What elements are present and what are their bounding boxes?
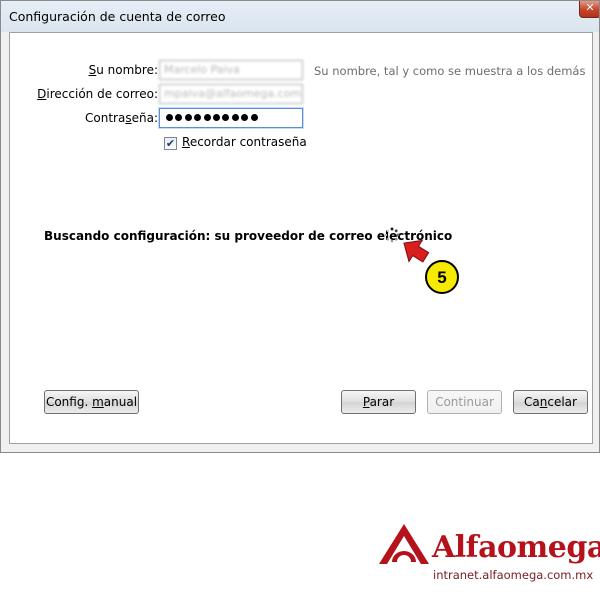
stop-label-rest: arar — [369, 395, 395, 409]
name-field[interactable]: Marcelo Paiva — [159, 60, 303, 80]
password-dot — [203, 114, 211, 121]
password-dot — [241, 114, 249, 121]
email-field[interactable]: mpaiva@alfaomega.com.mx — [159, 84, 303, 104]
title-bar: Configuración de cuenta de correo ✕ — [1, 1, 599, 32]
cancel-label-rest: celar — [547, 395, 577, 409]
checkmark-icon: ✔ — [165, 137, 176, 150]
account-setup-dialog: Configuración de cuenta de correo ✕ Su n… — [0, 0, 600, 453]
step-callout: 5 — [403, 239, 459, 294]
red-arrow-icon — [403, 239, 430, 263]
stop-button[interactable]: Parar — [341, 390, 416, 414]
password-label: Contraseña: — [85, 111, 158, 125]
cancel-label-pre: Ca — [524, 395, 540, 409]
manual-config-label-pre: Config. — [45, 395, 93, 409]
remember-checkbox[interactable]: ✔ — [164, 137, 177, 150]
brand-url[interactable]: intranet.alfaomega.com.mx — [433, 568, 593, 582]
alfaomega-logo-icon — [379, 524, 429, 564]
close-button[interactable]: ✕ — [579, 1, 599, 18]
name-label-rest: u nombre: — [96, 63, 158, 77]
email-label-rest: irección de correo: — [46, 87, 158, 101]
password-dot — [175, 114, 183, 121]
remember-label[interactable]: Recordar contraseña — [182, 135, 307, 149]
password-dot — [194, 114, 202, 121]
manual-config-button[interactable]: Config. manual — [44, 390, 139, 414]
remember-label-rest: ecordar contraseña — [189, 135, 307, 149]
password-dot — [184, 114, 192, 121]
close-icon: ✕ — [585, 1, 595, 14]
window-title: Configuración de cuenta de correo — [9, 9, 226, 24]
step-number-badge: 5 — [425, 260, 459, 294]
step-number: 5 — [437, 268, 446, 287]
name-label: Su nombre: — [88, 63, 158, 77]
password-dot — [166, 114, 173, 121]
password-dot — [222, 114, 230, 121]
brand-name: Alfaomega — [432, 530, 600, 565]
password-dot — [250, 114, 258, 121]
loading-spinner-icon — [384, 227, 400, 243]
form-panel: Su nombre: Marcelo Paiva Su nombre, tal … — [9, 32, 593, 444]
continue-button[interactable]: Continuar — [427, 390, 502, 414]
password-mask — [166, 114, 258, 124]
password-dot — [212, 114, 220, 121]
password-label-rest: eña: — [131, 111, 158, 125]
email-label: Dirección de correo: — [37, 87, 158, 101]
password-label-pre: Contra — [85, 111, 126, 125]
cancel-button[interactable]: Cancelar — [513, 390, 588, 414]
password-field[interactable] — [159, 108, 303, 128]
name-hint: Su nombre, tal y como se muestra a los d… — [314, 64, 586, 78]
manual-config-label-rest: anual — [103, 395, 138, 409]
password-dot — [231, 114, 239, 121]
